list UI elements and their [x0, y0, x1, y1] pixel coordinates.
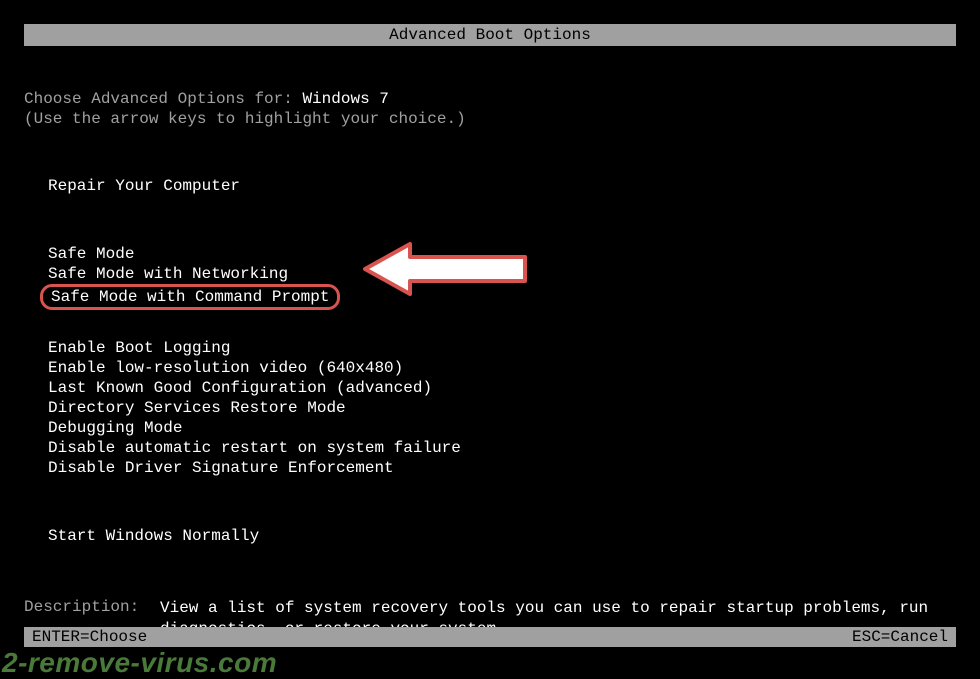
menu-section: Repair Your Computer Safe Mode Safe Mode… [48, 176, 956, 546]
menu-safe-mode-networking[interactable]: Safe Mode with Networking [48, 264, 956, 284]
hint-line: (Use the arrow keys to highlight your ch… [24, 110, 956, 128]
header-bar: Advanced Boot Options [24, 24, 956, 46]
footer-esc: ESC=Cancel [852, 628, 948, 646]
menu-low-res[interactable]: Enable low-resolution video (640x480) [48, 358, 956, 378]
menu-repair-computer[interactable]: Repair Your Computer [48, 176, 956, 196]
content-area: Choose Advanced Options for: Windows 7 (… [0, 90, 980, 546]
os-name: Windows 7 [302, 90, 388, 108]
menu-disable-sig[interactable]: Disable Driver Signature Enforcement [48, 458, 956, 478]
menu-disable-restart[interactable]: Disable automatic restart on system fail… [48, 438, 956, 458]
watermark: 2-remove-virus.com [2, 647, 277, 679]
menu-safe-mode[interactable]: Safe Mode [48, 244, 956, 264]
menu-debugging[interactable]: Debugging Mode [48, 418, 956, 438]
menu-boot-logging[interactable]: Enable Boot Logging [48, 338, 956, 358]
footer-enter: ENTER=Choose [32, 628, 147, 646]
choose-line: Choose Advanced Options for: Windows 7 [24, 90, 956, 108]
footer-bar: ENTER=Choose ESC=Cancel [24, 627, 956, 647]
menu-safe-mode-cmd[interactable]: Safe Mode with Command Prompt [40, 284, 340, 310]
page-title: Advanced Boot Options [389, 26, 591, 44]
menu-last-known[interactable]: Last Known Good Configuration (advanced) [48, 378, 956, 398]
choose-prefix: Choose Advanced Options for: [24, 90, 302, 108]
menu-ds-restore[interactable]: Directory Services Restore Mode [48, 398, 956, 418]
menu-start-normally[interactable]: Start Windows Normally [48, 526, 956, 546]
